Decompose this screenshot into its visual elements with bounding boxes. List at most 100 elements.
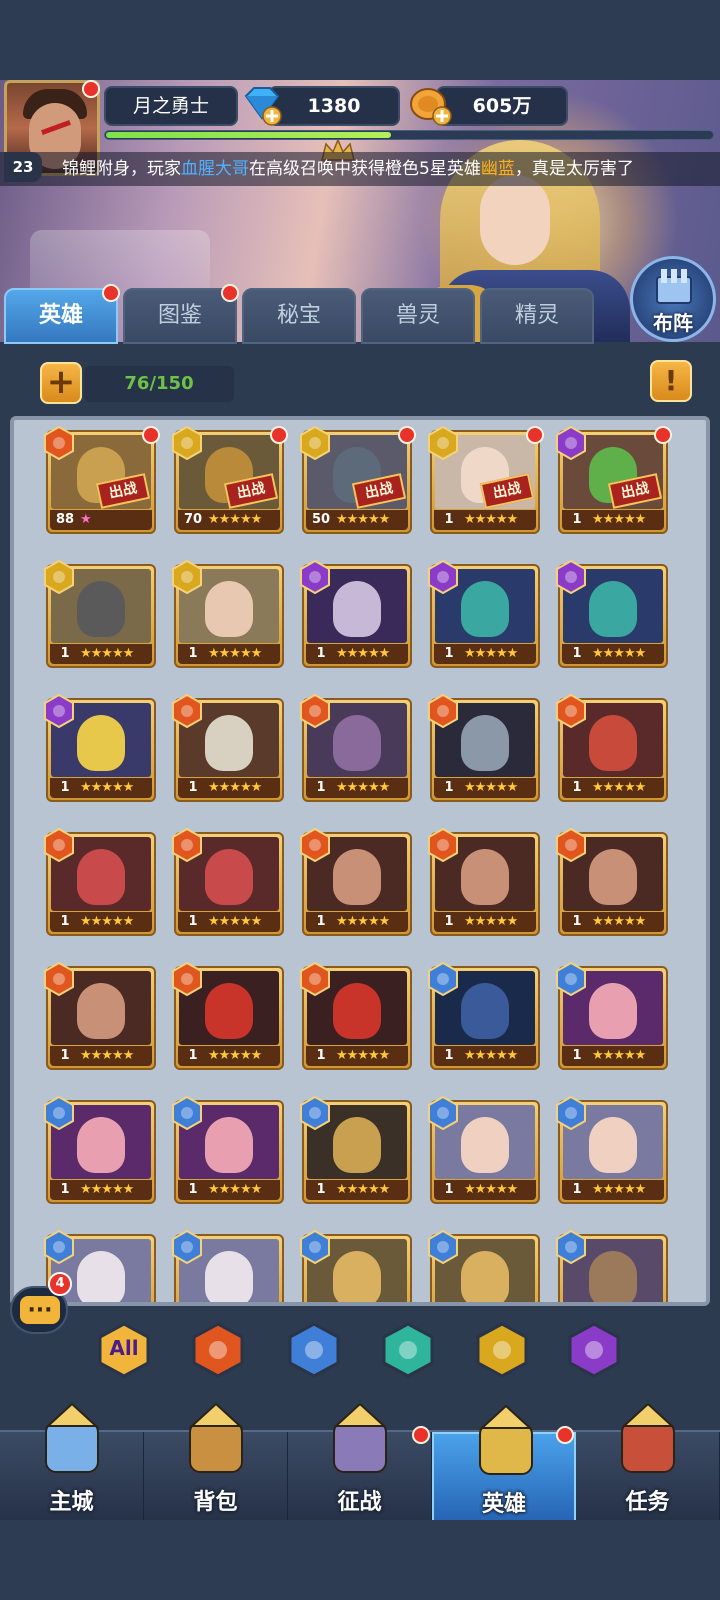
hero-level: 1 xyxy=(60,1048,70,1063)
hero-card[interactable]: 1 ★★★★★ xyxy=(300,1095,412,1204)
hero-faction xyxy=(42,961,76,997)
hero-card[interactable]: 1 ★★★★★ xyxy=(172,693,284,802)
hero-card[interactable]: 1 ★★★★★ xyxy=(44,693,156,802)
hero-card[interactable]: 1 ★★★★★ xyxy=(556,1095,668,1204)
tab-0[interactable]: 英雄 xyxy=(4,288,118,344)
hero-card[interactable]: 1 ★★★★★ xyxy=(300,559,412,668)
hero-card[interactable]: 1 ★★★★★ xyxy=(428,1095,540,1204)
hero-card[interactable]: 70 ★★★★★ 出战 xyxy=(172,425,288,534)
announcement-player: 血腥大哥 xyxy=(181,159,249,179)
hero-faction xyxy=(170,961,204,997)
hero-stars: ★★★★★ xyxy=(80,1048,134,1063)
hero-card[interactable] xyxy=(556,1229,668,1302)
hero-card[interactable]: 50 ★★★★★ 出战 xyxy=(300,425,416,534)
filter-water[interactable] xyxy=(286,1322,342,1378)
fire-faction-icon xyxy=(44,425,74,461)
hero-card[interactable]: 1 ★★★★★ 出战 xyxy=(428,425,544,534)
nav-2[interactable]: 征战 xyxy=(288,1402,432,1522)
water-faction-icon xyxy=(556,1229,586,1265)
hero-level: 1 xyxy=(572,1182,582,1197)
hero-level: 1 xyxy=(60,914,70,929)
hero-card[interactable] xyxy=(428,1229,540,1302)
hero-card[interactable]: 1 ★★★★★ xyxy=(556,693,668,802)
hero-level: 1 xyxy=(188,646,198,661)
tab-2[interactable]: 秘宝 xyxy=(242,288,356,344)
hero-level: 1 xyxy=(316,646,326,661)
hero-stars: ★★★★★ xyxy=(208,914,262,929)
hero-level: 1 xyxy=(444,780,454,795)
hero-faction xyxy=(170,1095,204,1131)
tab-3[interactable]: 兽灵 xyxy=(361,288,475,344)
hero-stars: ★★★★★ xyxy=(336,512,390,527)
hero-card[interactable]: 1 ★★★★★ xyxy=(44,1095,156,1204)
hero-level: 1 xyxy=(188,1048,198,1063)
hero-card[interactable]: 1 ★★★★★ xyxy=(300,961,412,1070)
tab-label: 秘宝 xyxy=(276,303,321,328)
water-faction-icon xyxy=(556,961,586,997)
light-faction-icon xyxy=(428,425,458,461)
hero-notification-dot xyxy=(398,426,416,444)
filter-fire[interactable] xyxy=(190,1322,246,1378)
hero-card[interactable] xyxy=(172,1229,284,1302)
gold-coin-icon[interactable] xyxy=(408,84,454,126)
nav-3[interactable]: 英雄 xyxy=(432,1404,576,1522)
hero-faction xyxy=(298,559,332,595)
hero-card[interactable]: 1 ★★★★★ xyxy=(172,1095,284,1204)
hero-card[interactable]: 1 ★★★★★ xyxy=(172,559,284,668)
hero-card[interactable]: 1 ★★★★★ xyxy=(44,961,156,1070)
nature-filter-icon xyxy=(382,1322,434,1378)
formation-label: 布阵 xyxy=(653,311,693,335)
hero-card[interactable]: 1 ★★★★★ xyxy=(428,961,540,1070)
hero-card[interactable] xyxy=(300,1229,412,1302)
hero-stars: ★★★★★ xyxy=(592,1048,646,1063)
nav-0[interactable]: 主城 xyxy=(0,1402,144,1522)
light-filter-icon xyxy=(476,1322,528,1378)
hero-level: 1 xyxy=(444,914,454,929)
filter-all[interactable]: All xyxy=(96,1322,152,1378)
filter-light[interactable] xyxy=(474,1322,530,1378)
hero-card[interactable]: 1 ★★★★★ xyxy=(556,827,668,936)
hero-faction xyxy=(298,1095,332,1131)
dark-faction-icon xyxy=(556,425,586,461)
tab-1[interactable]: 图鉴 xyxy=(123,288,237,344)
filter-nature[interactable] xyxy=(380,1322,436,1378)
gems-counter[interactable]: 1380 xyxy=(268,86,400,126)
hero-level: 1 xyxy=(188,914,198,929)
tab-label: 兽灵 xyxy=(395,303,440,328)
hero-card[interactable]: 1 ★★★★★ xyxy=(172,827,284,936)
top-safe-area xyxy=(0,0,720,80)
filter-dark[interactable] xyxy=(566,1322,622,1378)
hero-stars: ★★★★★ xyxy=(464,1048,518,1063)
hero-card[interactable]: 1 ★★★★★ xyxy=(44,827,156,936)
hero-card[interactable]: 1 ★★★★★ 出战 xyxy=(556,425,672,534)
hero-card[interactable]: 1 ★★★★★ xyxy=(300,693,412,802)
hero-card[interactable]: 1 ★★★★★ xyxy=(44,559,156,668)
dark-faction-icon xyxy=(44,693,74,729)
hero-card[interactable]: 1 ★★★★★ xyxy=(428,559,540,668)
hero-faction xyxy=(298,693,332,729)
fire-faction-icon xyxy=(172,827,202,863)
hero-card[interactable]: 1 ★★★★★ xyxy=(172,961,284,1070)
gold-counter[interactable]: 605万 xyxy=(436,86,568,126)
hero-level: 1 xyxy=(572,646,582,661)
info-button[interactable]: ! xyxy=(650,360,692,402)
hero-card[interactable]: 88 ★ 出战 xyxy=(44,425,160,534)
nav-1[interactable]: 背包 xyxy=(144,1402,288,1522)
hero-card[interactable]: 1 ★★★★★ xyxy=(428,827,540,936)
hero-faction xyxy=(554,425,588,461)
hero-card[interactable]: 1 ★★★★★ xyxy=(300,827,412,936)
hero-stars: ★★★★★ xyxy=(592,914,646,929)
player-level: 23 xyxy=(4,152,42,182)
tab-4[interactable]: 精灵 xyxy=(480,288,594,344)
hero-faction xyxy=(554,559,588,595)
formation-button[interactable]: 布阵 xyxy=(630,256,716,342)
expand-capacity-button[interactable]: + xyxy=(40,362,82,404)
nav-4[interactable]: 任务 xyxy=(576,1402,720,1522)
filter-all-label: All xyxy=(109,1336,139,1360)
diamond-icon[interactable] xyxy=(240,84,284,126)
hero-card[interactable]: 1 ★★★★★ xyxy=(428,693,540,802)
hero-stars: ★★★★★ xyxy=(208,1048,262,1063)
hero-stars: ★★★★★ xyxy=(80,914,134,929)
hero-card[interactable]: 1 ★★★★★ xyxy=(556,961,668,1070)
hero-card[interactable]: 1 ★★★★★ xyxy=(556,559,668,668)
